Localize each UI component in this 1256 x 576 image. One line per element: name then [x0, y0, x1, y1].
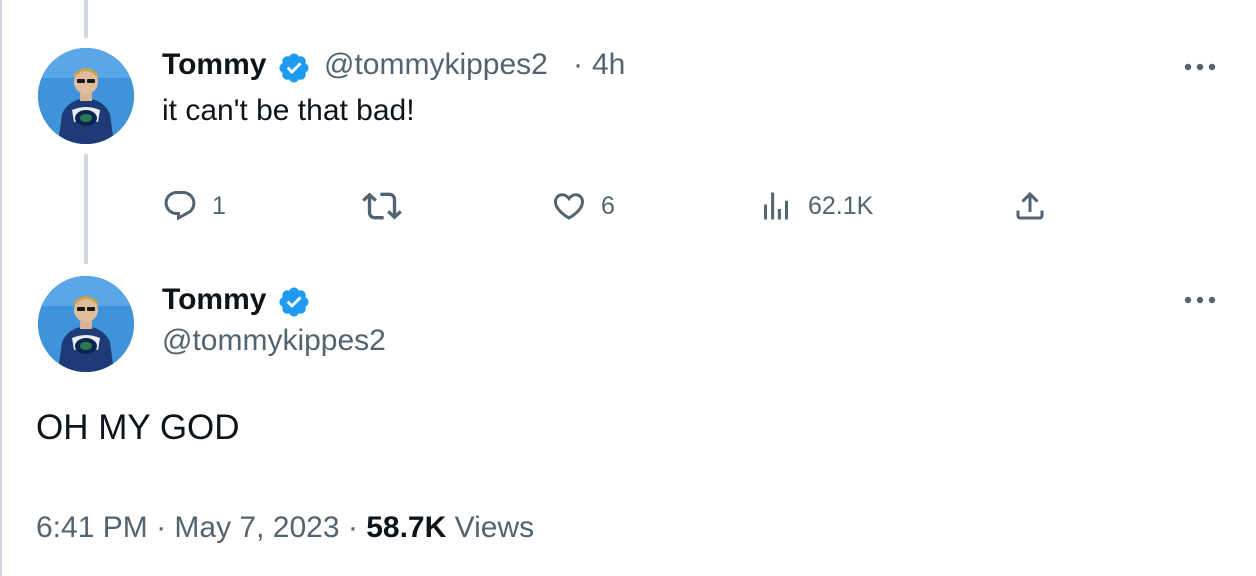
share-icon — [1016, 191, 1044, 220]
views-button[interactable]: 62.1K — [758, 186, 873, 226]
retweet-button[interactable] — [362, 186, 402, 226]
like-button[interactable]: 6 — [551, 186, 615, 226]
avatar-image — [38, 276, 134, 372]
tweet-timestamp[interactable]: 4h — [592, 48, 625, 82]
share-button[interactable] — [1012, 186, 1048, 226]
page-left-border — [0, 0, 2, 576]
more-options-icon[interactable] — [1180, 290, 1220, 310]
verified-badge-icon[interactable] — [277, 51, 311, 85]
tweet-text: it can't be that bad! — [162, 94, 415, 127]
analytics-icon — [764, 192, 788, 220]
thread-connector-top — [84, 0, 88, 38]
tweet-date[interactable]: May 7, 2023 — [174, 511, 339, 544]
thread-connector — [84, 154, 88, 264]
reply-button[interactable]: 1 — [162, 186, 226, 226]
views-count[interactable]: 58.7K — [366, 511, 446, 544]
avatar[interactable] — [38, 48, 134, 144]
separator-dot: · — [347, 511, 358, 544]
separator-dot: · — [156, 511, 167, 544]
verified-badge-icon[interactable] — [277, 285, 311, 319]
retweet-icon — [362, 192, 402, 220]
author-handle[interactable]: @tommykippes2 — [162, 324, 386, 358]
more-options-icon[interactable] — [1180, 57, 1220, 77]
heart-icon — [553, 193, 585, 220]
separator-dot: · — [573, 48, 583, 81]
like-count: 6 — [601, 191, 615, 220]
views-label[interactable]: Views — [455, 511, 534, 544]
avatar-image — [38, 48, 134, 144]
tweet-text: OH MY GOD — [36, 408, 240, 447]
author-name[interactable]: Tommy — [162, 48, 266, 82]
reply-icon — [164, 191, 196, 221]
reply-count: 1 — [212, 191, 226, 220]
view-count: 62.1K — [808, 191, 874, 220]
author-name[interactable]: Tommy — [162, 283, 266, 317]
tweet-metadata: 6:41 PM · May 7, 2023 · 58.7K Views — [36, 511, 534, 545]
avatar[interactable] — [38, 276, 134, 372]
author-handle[interactable]: @tommykippes2 — [324, 48, 548, 82]
tweet-time[interactable]: 6:41 PM — [36, 511, 148, 544]
